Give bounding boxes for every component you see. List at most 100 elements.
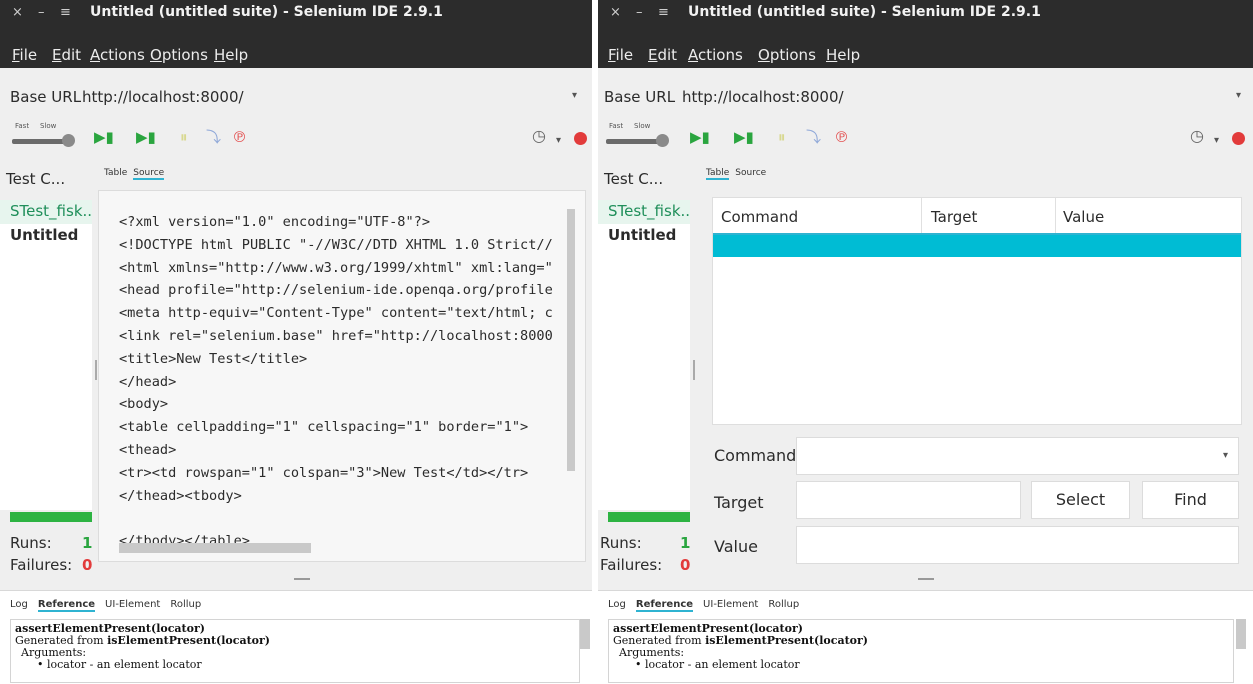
tab-table[interactable]: Table — [104, 168, 127, 178]
tab-rollup[interactable]: Rollup — [768, 599, 799, 610]
source-line[interactable]: <meta http-equiv="Content-Type" content=… — [119, 302, 553, 325]
chevron-down-icon[interactable]: ▾ — [556, 132, 561, 150]
source-line[interactable]: </thead><tbody> — [119, 485, 553, 508]
source-line[interactable]: <body> — [119, 393, 553, 416]
tab-table[interactable]: Table — [706, 168, 730, 180]
speed-knob[interactable] — [656, 134, 669, 147]
tab-source[interactable]: Source — [735, 168, 766, 178]
vertical-scrollbar[interactable] — [567, 209, 575, 471]
rollup-icon[interactable]: ℗ — [834, 128, 849, 146]
bottom-splitter[interactable] — [918, 578, 934, 580]
reference-panel: assertElementPresent(locator) Generated … — [10, 619, 580, 683]
command-table[interactable]: Command Target Value — [712, 197, 1242, 425]
source-editor[interactable]: <?xml version="1.0" encoding="UTF-8"?> <!… — [98, 190, 586, 562]
base-url-input[interactable]: http://localhost:8000/ — [82, 88, 244, 106]
menu-options[interactable]: Options — [150, 46, 208, 64]
source-line[interactable]: <link rel="selenium.base" href="http://l… — [119, 325, 553, 348]
rollup-icon[interactable]: ℗ — [232, 128, 247, 146]
test-case-item[interactable]: STest_fisk... — [598, 200, 690, 224]
chevron-down-icon[interactable]: ▾ — [1236, 90, 1241, 101]
find-button[interactable]: Find — [1142, 481, 1239, 519]
menu-file[interactable]: File — [12, 46, 37, 64]
menu-options[interactable]: Options — [758, 46, 816, 64]
source-line[interactable] — [119, 507, 553, 530]
tab-ui-element[interactable]: UI-Element — [105, 599, 160, 610]
source-code[interactable]: <?xml version="1.0" encoding="UTF-8"?> <!… — [119, 211, 553, 553]
reference-scrollbar[interactable] — [580, 619, 590, 649]
record-icon[interactable] — [574, 132, 587, 145]
test-case-item[interactable]: Untitled — [608, 226, 676, 244]
tab-rollup[interactable]: Rollup — [170, 599, 201, 610]
step-icon[interactable]: ⤵ — [806, 128, 821, 146]
menu-help[interactable]: Help — [826, 46, 860, 64]
source-line[interactable]: <!DOCTYPE html PUBLIC "-//W3C//DTD XHTML… — [119, 234, 553, 257]
column-header-target[interactable]: Target — [931, 208, 977, 226]
editor-tabs: Table Source — [104, 168, 170, 180]
source-line[interactable]: <thead> — [119, 439, 553, 462]
runs-label: Runs: — [600, 534, 642, 552]
reference-argument-item: • locator - an element locator — [635, 658, 800, 671]
speed-slider[interactable]: Fast Slow — [606, 122, 669, 150]
command-field[interactable]: ▾ — [796, 437, 1239, 475]
menu-actions[interactable]: Actions — [90, 46, 145, 64]
tab-log[interactable]: Log — [10, 599, 28, 610]
horizontal-scrollbar[interactable] — [119, 543, 311, 553]
column-header-command[interactable]: Command — [721, 208, 798, 226]
value-field[interactable] — [796, 526, 1239, 564]
column-header-value[interactable]: Value — [1063, 208, 1104, 226]
panel-splitter[interactable] — [95, 360, 97, 380]
window-menu-icon[interactable]: ≡ — [658, 5, 669, 21]
chevron-down-icon[interactable]: ▾ — [572, 90, 577, 101]
speed-knob[interactable] — [62, 134, 75, 147]
minimize-icon[interactable]: – — [636, 5, 643, 21]
pause-icon[interactable]: ⏸ — [778, 128, 786, 146]
clock-icon[interactable]: ◷ — [532, 127, 546, 145]
source-line[interactable]: <?xml version="1.0" encoding="UTF-8"?> — [119, 211, 553, 234]
selenium-ide-window-source: × – ≡ Untitled (untitled suite) - Seleni… — [0, 0, 592, 684]
tab-ui-element[interactable]: UI-Element — [703, 599, 758, 610]
chevron-down-icon[interactable]: ▾ — [1214, 132, 1219, 150]
source-line[interactable]: <html xmlns="http://www.w3.org/1999/xhtm… — [119, 257, 553, 280]
test-case-header: Test C... — [604, 170, 664, 188]
select-button[interactable]: Select — [1031, 481, 1130, 519]
menu-file[interactable]: File — [608, 46, 633, 64]
menu-help[interactable]: Help — [214, 46, 248, 64]
base-url-input[interactable]: http://localhost:8000/ — [682, 88, 844, 106]
close-icon[interactable]: × — [610, 5, 621, 21]
record-icon[interactable] — [1232, 132, 1245, 145]
menu-edit[interactable]: Edit — [52, 46, 81, 64]
close-icon[interactable]: × — [12, 5, 23, 21]
table-row[interactable] — [713, 235, 1241, 257]
source-line[interactable]: <table cellpadding="1" cellspacing="1" b… — [119, 416, 553, 439]
tab-source[interactable]: Source — [133, 168, 165, 180]
failures-label: Failures: — [600, 556, 663, 574]
clock-icon[interactable]: ◷ — [1190, 127, 1204, 145]
play-suite-icon[interactable]: ▶▮ — [94, 128, 114, 146]
menu-edit[interactable]: Edit — [648, 46, 677, 64]
test-case-item[interactable]: STest_fisk... — [0, 200, 92, 224]
window-menu-icon[interactable]: ≡ — [60, 5, 71, 21]
window-title: Untitled (untitled suite) - Selenium IDE… — [90, 4, 443, 20]
test-case-item[interactable]: Untitled — [10, 226, 78, 244]
tab-log[interactable]: Log — [608, 599, 626, 610]
speed-slider[interactable]: Fast Slow — [12, 122, 75, 150]
menu-actions[interactable]: Actions — [688, 46, 743, 64]
tab-reference[interactable]: Reference — [635, 599, 694, 612]
play-test-icon[interactable]: ▶▮ — [136, 128, 156, 146]
play-test-icon[interactable]: ▶▮ — [734, 128, 754, 146]
minimize-icon[interactable]: – — [38, 5, 45, 21]
source-line[interactable]: </head> — [119, 371, 553, 394]
bottom-splitter[interactable] — [294, 578, 310, 580]
reference-scrollbar[interactable] — [1236, 619, 1246, 649]
target-field[interactable] — [796, 481, 1021, 519]
source-line[interactable]: <head profile="http://selenium-ide.openq… — [119, 279, 553, 302]
step-icon[interactable]: ⤵ — [206, 128, 221, 146]
panel-splitter[interactable] — [693, 360, 695, 380]
source-line[interactable]: <title>New Test</title> — [119, 348, 553, 371]
pause-icon[interactable]: ⏸ — [180, 128, 188, 146]
source-line[interactable]: <tr><td rowspan="1" colspan="3">New Test… — [119, 462, 553, 485]
chevron-down-icon[interactable]: ▾ — [1223, 450, 1228, 461]
speed-slow-label: Slow — [634, 122, 651, 130]
play-suite-icon[interactable]: ▶▮ — [690, 128, 710, 146]
tab-reference[interactable]: Reference — [37, 599, 96, 612]
